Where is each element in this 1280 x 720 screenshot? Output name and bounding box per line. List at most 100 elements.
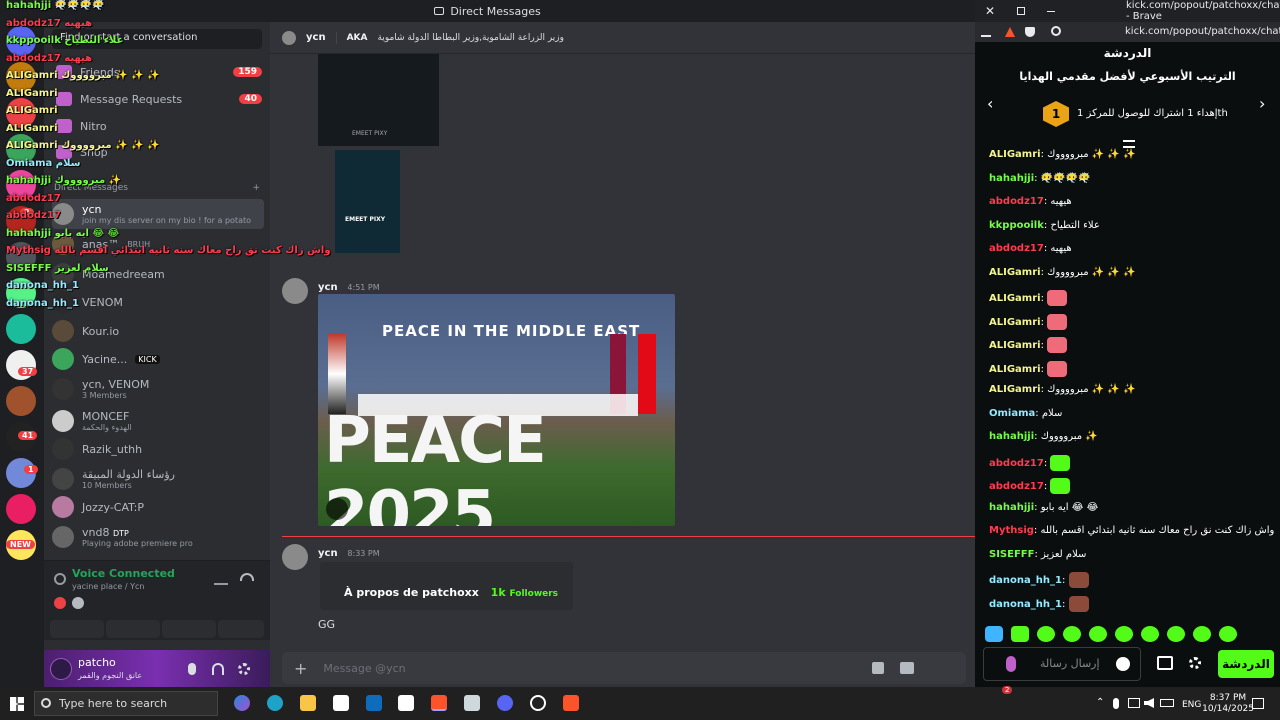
emote-icon[interactable]: [1063, 626, 1081, 642]
nav-message-requests[interactable]: Message Requests 40: [52, 87, 262, 111]
kick-message-input[interactable]: إرسال رسالة: [983, 647, 1141, 681]
chevron-up-icon[interactable]: ⌃: [1096, 697, 1104, 708]
emote-icon[interactable]: [1089, 626, 1107, 642]
copilot-icon[interactable]: [234, 695, 250, 711]
emote-icon[interactable]: [1011, 626, 1029, 642]
composer-input[interactable]: Message @ycn: [323, 662, 405, 675]
search-icon[interactable]: [1051, 26, 1061, 36]
windows-start-icon[interactable]: [10, 697, 24, 711]
minimize-icon[interactable]: [1047, 10, 1055, 12]
kick-chat-username[interactable]: SISEFFF: [989, 549, 1034, 560]
kick-chat-username[interactable]: ALIGamri: [989, 364, 1041, 375]
kick-chat-username[interactable]: hahahjji: [989, 502, 1034, 513]
gear-icon[interactable]: [238, 663, 250, 675]
soundboard-button[interactable]: [218, 620, 264, 638]
kick-chat-username[interactable]: ALIGamri: [989, 149, 1041, 160]
user-avatar[interactable]: [50, 658, 72, 680]
filter-icon[interactable]: [1123, 140, 1135, 148]
language-indicator[interactable]: ENG: [1182, 700, 1201, 710]
edge-icon[interactable]: [267, 695, 283, 711]
screen-share-button[interactable]: [106, 620, 160, 638]
emote-icon[interactable]: [1115, 626, 1133, 642]
close-icon[interactable]: ✕: [985, 4, 995, 18]
folder-icon[interactable]: [464, 695, 480, 711]
kick-chat-username[interactable]: ALIGamri: [989, 293, 1041, 304]
add-attachment-icon[interactable]: +: [294, 659, 307, 678]
server-icon[interactable]: [6, 386, 36, 416]
gift-icon[interactable]: [872, 662, 884, 674]
image-action-icon[interactable]: [326, 498, 348, 520]
notification-center-icon[interactable]: [1252, 698, 1264, 709]
dm-item[interactable]: ycn join my dis server on my bio ! for a …: [52, 199, 264, 229]
gif-icon[interactable]: [900, 662, 914, 674]
file-explorer-icon[interactable]: [300, 695, 316, 711]
kick-chat-username[interactable]: danona_hh_1: [989, 575, 1062, 586]
kick-chat-username[interactable]: ALIGamri: [989, 384, 1041, 395]
address-url[interactable]: kick.com/popout/patchoxx/chat: [1125, 26, 1280, 37]
kick-chat-username[interactable]: kkppooilk: [989, 220, 1044, 231]
message-image[interactable]: PEACE IN THE MIDDLE EAST PEACE 2025: [318, 294, 675, 526]
emote-icon[interactable]: [1219, 626, 1237, 642]
dm-item[interactable]: Kour.io: [52, 316, 264, 346]
microphone-icon[interactable]: [1006, 656, 1016, 672]
activity-button[interactable]: [162, 620, 216, 638]
microphone-icon[interactable]: [188, 663, 196, 675]
message-author[interactable]: ycn: [318, 548, 338, 559]
server-icon[interactable]: [6, 494, 36, 524]
chevron-right-icon[interactable]: ›: [1259, 94, 1265, 113]
kick-chat-username[interactable]: abdodz17: [989, 196, 1044, 207]
emote-icon[interactable]: [1141, 626, 1159, 642]
network-icon[interactable]: [1128, 698, 1140, 708]
disconnect-icon[interactable]: [240, 573, 254, 581]
store-icon[interactable]: [1157, 656, 1173, 670]
dm-item[interactable]: رؤساء الدولة المبيقة 10 Members: [52, 464, 264, 494]
link-embed[interactable]: À propos de patchoxx 1k Followers: [320, 562, 573, 610]
emoji-icon[interactable]: [1116, 657, 1130, 671]
kick-chat-username[interactable]: Mythsig: [989, 525, 1034, 536]
taskbar-search[interactable]: Type here to search: [34, 691, 218, 716]
maximize-icon[interactable]: [1017, 7, 1025, 15]
kick-chat-username[interactable]: abdodz17: [989, 481, 1044, 492]
discord-icon[interactable]: [497, 695, 513, 711]
dm-item[interactable]: MONCEF الهدوء والحكمة: [52, 406, 264, 436]
dm-item[interactable]: vnd8 DTP Playing adobe premiere pro: [52, 522, 264, 552]
gear-icon[interactable]: [1189, 657, 1201, 669]
product-image[interactable]: EMEET PIXY: [335, 150, 400, 253]
brave-rewards-icon[interactable]: [1005, 27, 1015, 37]
kick-chat-username[interactable]: ALIGamri: [989, 267, 1041, 278]
emote-icon[interactable]: [1037, 626, 1055, 642]
volume-icon[interactable]: [1144, 698, 1154, 708]
capcut-icon[interactable]: [398, 695, 414, 711]
headphones-icon[interactable]: [212, 663, 224, 675]
brave-icon[interactable]: [563, 695, 579, 711]
camera-off-button[interactable]: [50, 620, 104, 638]
outlook-icon[interactable]: [366, 695, 382, 711]
brave-icon[interactable]: [431, 695, 447, 711]
product-image[interactable]: EMEET PIXY: [318, 54, 439, 146]
add-dm-button[interactable]: +: [252, 183, 260, 193]
download-icon[interactable]: [981, 27, 991, 37]
nav-nitro[interactable]: Nitro: [52, 114, 262, 138]
kick-chat-username[interactable]: danona_hh_1: [989, 599, 1062, 610]
kick-chat-username[interactable]: hahahjji: [989, 173, 1034, 184]
message-author[interactable]: ycn: [318, 282, 338, 293]
voice-place[interactable]: yacine place / Ycn: [72, 582, 144, 591]
kick-send-button[interactable]: الدردشة: [1218, 650, 1274, 678]
emote-icon[interactable]: [1167, 626, 1185, 642]
kick-chat-username[interactable]: ALIGamri: [989, 340, 1041, 351]
kick-chat-username[interactable]: abdodz17: [989, 458, 1044, 469]
emote-icon[interactable]: [1193, 626, 1211, 642]
chevron-left-icon[interactable]: ‹: [987, 94, 993, 113]
kick-chat-username[interactable]: ALIGamri: [989, 317, 1041, 328]
dm-item[interactable]: Jozzy-CAT:P: [52, 492, 264, 522]
obs-icon[interactable]: [530, 695, 546, 711]
store-icon[interactable]: [333, 695, 349, 711]
message-avatar[interactable]: [282, 544, 308, 570]
brave-shield-icon[interactable]: [1025, 27, 1035, 37]
dm-item[interactable]: ycn, VENOM 3 Members: [52, 374, 264, 404]
dm-item[interactable]: Razik_uthh: [52, 434, 264, 464]
server-icon[interactable]: [6, 314, 36, 344]
kick-chat-username[interactable]: abdodz17: [989, 243, 1044, 254]
noise-suppression-icon[interactable]: [214, 573, 228, 585]
keyboard-icon[interactable]: [1160, 699, 1174, 707]
